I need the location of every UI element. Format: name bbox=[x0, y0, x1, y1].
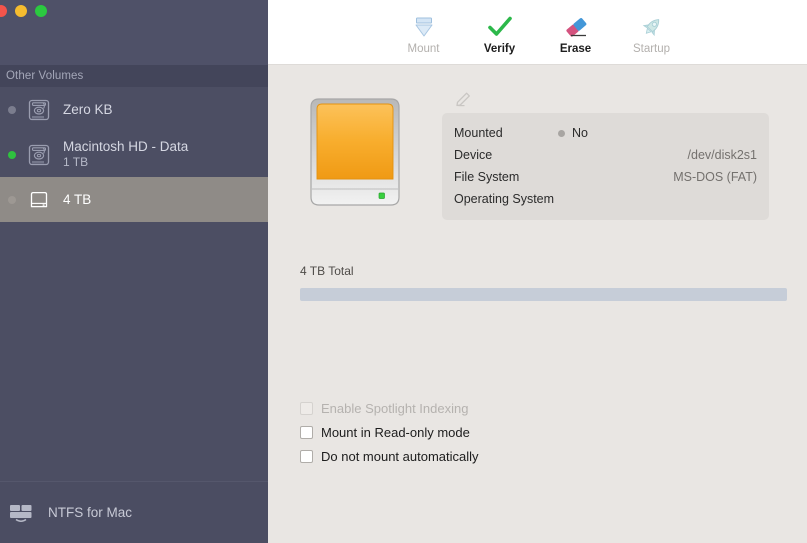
erase-button[interactable]: Erase bbox=[548, 9, 604, 55]
sidebar-item-label: 4 TB bbox=[63, 191, 92, 207]
capacity-label: 4 TB Total bbox=[300, 264, 354, 278]
mount-label: Mount bbox=[407, 43, 440, 55]
startup-icon bbox=[639, 14, 665, 40]
external-hard-drive-icon bbox=[300, 87, 410, 219]
sidebar-item-label: Macintosh HD - Data bbox=[63, 139, 189, 155]
toolbar: Mount Verify Erase Startup bbox=[268, 0, 807, 65]
info-value: /dev/disk2s1 bbox=[687, 148, 757, 162]
disk-info-card: Mounted No Device /dev/disk2s1 File Syst… bbox=[442, 113, 769, 220]
sidebar-section-label: Other Volumes bbox=[6, 70, 84, 82]
mounted-status-dot-icon bbox=[558, 129, 565, 137]
status-dot-icon bbox=[8, 150, 16, 159]
info-row-operating-system: Operating System bbox=[454, 188, 757, 210]
sidebar-item-4-tb[interactable]: 4 TB bbox=[0, 177, 268, 222]
sidebar-item-text: Zero KB bbox=[63, 101, 113, 118]
sidebar-item-text: Macintosh HD - Data 1 TB bbox=[63, 138, 188, 171]
option-do-not-mount-automatically[interactable]: Do not mount automatically bbox=[300, 447, 479, 465]
capacity-bar bbox=[300, 288, 787, 301]
pencil-icon[interactable] bbox=[454, 88, 474, 113]
external-disk-icon bbox=[24, 185, 54, 215]
main-panel: Mount Verify Erase Startup Mounted No De… bbox=[268, 0, 807, 543]
info-row-file-system: File System MS-DOS (FAT) bbox=[454, 166, 757, 188]
minimize-button[interactable] bbox=[15, 5, 27, 17]
startup-button[interactable]: Startup bbox=[624, 9, 680, 55]
verify-icon bbox=[487, 14, 513, 40]
sidebar-item-label: Zero KB bbox=[63, 101, 113, 117]
mount-icon bbox=[412, 14, 436, 40]
verify-button[interactable]: Verify bbox=[472, 9, 528, 55]
disk-info-column: Mounted No Device /dev/disk2s1 File Syst… bbox=[442, 87, 787, 220]
erase-icon bbox=[563, 14, 589, 40]
info-key: Operating System bbox=[454, 192, 555, 206]
sidebar: Other Volumes Zero KB Macintosh HD - Dat… bbox=[0, 0, 268, 543]
internal-disk-icon bbox=[24, 95, 54, 125]
internal-disk-icon bbox=[24, 140, 54, 170]
sidebar-item-macintosh-hd-data[interactable]: Macintosh HD - Data 1 TB bbox=[0, 132, 268, 177]
mounted-value-text: No bbox=[572, 126, 588, 140]
mount-button[interactable]: Mount bbox=[396, 9, 452, 55]
do-not-mount-automatically-checkbox[interactable] bbox=[300, 449, 313, 463]
content-area: Mounted No Device /dev/disk2s1 File Syst… bbox=[268, 65, 807, 543]
info-row-device: Device /dev/disk2s1 bbox=[454, 144, 757, 166]
stacked-disks-icon bbox=[6, 498, 36, 528]
startup-label: Startup bbox=[632, 43, 671, 55]
sidebar-section-header: Other Volumes bbox=[0, 65, 268, 87]
status-dot-icon bbox=[8, 195, 16, 204]
disk-hero-section: Mounted No Device /dev/disk2s1 File Syst… bbox=[268, 65, 807, 220]
info-key: Mounted bbox=[454, 126, 503, 140]
sidebar-item-zero-kb[interactable]: Zero KB bbox=[0, 87, 268, 132]
option-label: Do not mount automatically bbox=[321, 448, 479, 464]
spotlight-indexing-checkbox bbox=[300, 401, 313, 415]
option-enable-spotlight-indexing: Enable Spotlight Indexing bbox=[300, 399, 479, 417]
sidebar-item-size: 1 TB bbox=[63, 155, 89, 170]
info-row-mounted: Mounted No bbox=[454, 122, 757, 144]
info-value: MS-DOS (FAT) bbox=[673, 170, 757, 184]
option-mount-read-only[interactable]: Mount in Read-only mode bbox=[300, 423, 479, 441]
traffic-lights bbox=[0, 5, 47, 17]
mount-read-only-checkbox[interactable] bbox=[300, 425, 313, 439]
sidebar-footer-label: NTFS for Mac bbox=[48, 505, 133, 520]
option-label: Enable Spotlight Indexing bbox=[321, 400, 469, 416]
info-key: Device bbox=[454, 148, 493, 162]
verify-label: Verify bbox=[483, 43, 516, 55]
sidebar-item-text: 4 TB bbox=[63, 191, 91, 208]
disk-utility-window: Other Volumes Zero KB Macintosh HD - Dat… bbox=[0, 0, 807, 543]
title-bar bbox=[0, 0, 268, 65]
volume-list: Zero KB Macintosh HD - Data 1 TB 4 TB bbox=[0, 87, 268, 481]
options-section: Enable Spotlight Indexing Mount in Read-… bbox=[300, 399, 479, 465]
sidebar-footer[interactable]: NTFS for Mac bbox=[0, 481, 268, 543]
erase-label: Erase bbox=[559, 43, 592, 55]
option-label: Mount in Read-only mode bbox=[321, 424, 470, 440]
info-key: File System bbox=[454, 170, 520, 184]
capacity-section: 4 TB Total bbox=[268, 264, 807, 301]
info-value: No bbox=[558, 126, 588, 140]
maximize-button[interactable] bbox=[35, 5, 47, 17]
rename-row bbox=[442, 87, 769, 113]
close-button[interactable] bbox=[0, 5, 7, 17]
status-dot-icon bbox=[8, 105, 16, 114]
